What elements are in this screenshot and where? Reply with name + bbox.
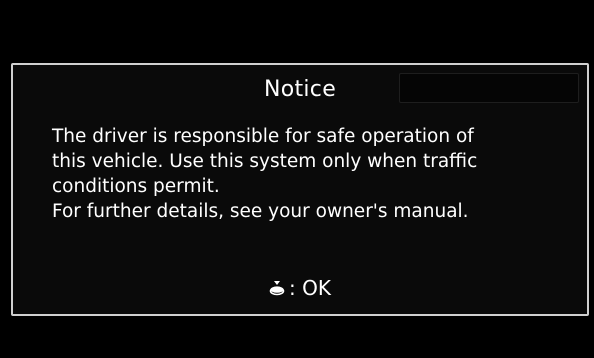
notice-dialog: Notice The driver is responsible for saf… bbox=[11, 63, 589, 316]
ok-button[interactable]: : OK bbox=[13, 276, 587, 300]
display-screen: Notice The driver is responsible for saf… bbox=[0, 0, 594, 358]
message-line: The driver is responsible for safe opera… bbox=[52, 126, 474, 147]
notice-message: The driver is responsible for safe opera… bbox=[52, 124, 572, 224]
message-line: this vehicle. Use this system only when … bbox=[52, 151, 478, 172]
ok-label: : OK bbox=[289, 276, 331, 300]
message-line: For further details, see your owner's ma… bbox=[52, 201, 469, 222]
title-bar-slot bbox=[399, 73, 579, 103]
interface-dial-press-icon bbox=[269, 281, 285, 296]
message-line: conditions permit. bbox=[52, 176, 220, 197]
